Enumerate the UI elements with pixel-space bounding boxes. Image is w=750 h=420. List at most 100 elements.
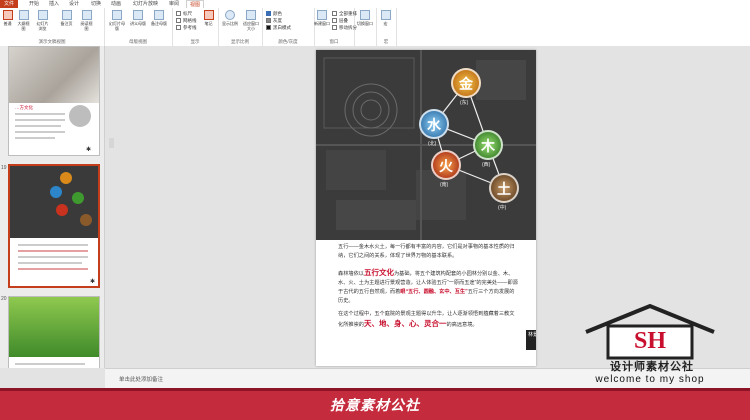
orb-direction-label: (南): [440, 182, 449, 188]
normal-view-button[interactable]: 普通: [1, 10, 14, 26]
slide-sorter-icon: [37, 10, 48, 20]
element-orb-earth: 土: [489, 173, 519, 203]
grayscale-option[interactable]: 灰度: [266, 18, 282, 24]
slide-number: 19: [1, 165, 7, 171]
element-orb-wood: 木: [473, 130, 503, 160]
slide-master-icon: [112, 10, 122, 20]
intro-paragraph: 五行——金木水火土，每一行都有丰富的内容，它们是对事物的基本性质的归纳，它们之间…: [338, 244, 515, 259]
logo-letters: SH: [633, 328, 666, 354]
text-line: [15, 113, 65, 115]
notes-page-icon: [61, 10, 72, 20]
checkbox-icon: [176, 25, 181, 31]
group-label: 宏: [383, 39, 389, 44]
notes-page-button[interactable]: 备注页: [60, 10, 73, 26]
ruler-checkbox[interactable]: 标尺: [176, 11, 192, 17]
text-line: [15, 119, 65, 121]
tab-file[interactable]: 文件: [0, 0, 18, 8]
text-line: [15, 125, 61, 127]
tab-home[interactable]: 开始: [26, 0, 42, 8]
thumbnail-circle: [69, 105, 91, 127]
orb-direction-label: (中): [498, 205, 507, 211]
slide-thumbnail-20[interactable]: [8, 296, 100, 368]
outline-view-button[interactable]: 大纲视图: [17, 10, 30, 31]
tab-animations[interactable]: 动画: [108, 0, 124, 8]
macro-icon: [380, 10, 391, 20]
notes-icon: [203, 10, 214, 20]
group-master-views: 幻灯片母版 讲义母版 备注母版 母版视图: [104, 8, 173, 46]
tab-design[interactable]: 设计: [66, 0, 82, 8]
move-split-icon: [332, 25, 337, 31]
thumb-orb: [72, 192, 84, 204]
black-white-option[interactable]: 黑白模式: [266, 25, 291, 31]
handout-master-button[interactable]: 讲义母版: [129, 10, 147, 26]
group-presentation-views: 普通 大纲视图 幻灯片浏览 备注页 阅读视图 演示文稿视图: [0, 8, 105, 46]
banner-stripe: [0, 388, 750, 391]
ribbon: 普通 大纲视图 幻灯片浏览 备注页 阅读视图 演示文稿视图 幻灯片母版 讲义母版…: [0, 8, 750, 47]
tab-insert[interactable]: 插入: [46, 0, 62, 8]
zoom-button[interactable]: 显示比例: [221, 10, 239, 26]
group-zoom: 显示比例 适应窗口大小 显示比例: [218, 8, 263, 46]
slide-master-button[interactable]: 幻灯片母版: [108, 10, 126, 31]
switch-window-icon: [360, 10, 370, 20]
guides-checkbox[interactable]: 参考线: [176, 25, 197, 31]
normal-view-icon: [2, 10, 13, 20]
site-plan-image: [316, 50, 536, 240]
thumb-orb: [56, 204, 68, 216]
bottom-banner: 拾意素材公社: [0, 388, 750, 420]
thumbnail-caption: …方文化: [15, 105, 33, 110]
group-label: 窗口: [329, 39, 339, 44]
color-option[interactable]: 颜色: [266, 11, 282, 17]
color-swatch-icon: [266, 11, 271, 17]
slide-thumbnail-18[interactable]: …方文化: [8, 46, 100, 156]
design-paragraph: 森林墙依以五行文化为基础，将五个建筑构配套的小园林分别以金、木、水、火、土为主题…: [338, 268, 518, 306]
tab-review[interactable]: 审阅: [166, 0, 182, 8]
cascade-button[interactable]: 层叠: [332, 18, 348, 24]
text-line: [18, 250, 88, 252]
pane-splitter-handle[interactable]: [109, 138, 114, 148]
orb-direction-label: (西): [482, 162, 491, 168]
text-run: 在这个过程中，五个庭院的景观主题得以升华，让人逐渐领悟到蕴藏: [338, 311, 494, 317]
group-switch-window: 切换窗口: [354, 8, 377, 46]
animation-star-icon: ✱: [90, 279, 96, 285]
thumb-orb: [80, 214, 92, 226]
slide-sorter-button[interactable]: 幻灯片浏览: [36, 10, 49, 31]
switch-window-button[interactable]: 切换窗口: [356, 10, 374, 26]
text-line: [18, 244, 88, 246]
animation-star-icon: ✱: [86, 147, 92, 153]
conclusion-paragraph: 在这个过程中，五个庭院的景观主题得以升华，让人逐渐领悟到蕴藏着三教文化所推崇的天…: [338, 310, 518, 330]
new-window-icon: [317, 10, 327, 20]
group-label: 演示文稿视图: [38, 39, 66, 44]
checkbox-icon: [176, 11, 181, 17]
reading-view-icon: [81, 10, 92, 20]
notes-button[interactable]: 笔记: [202, 10, 215, 26]
magnifier-icon: [225, 10, 235, 20]
group-label: 母版视图: [129, 39, 147, 44]
text-run: 森林墙依以: [338, 271, 364, 277]
text-line: [15, 131, 65, 133]
arrange-all-icon: [332, 11, 337, 17]
group-label: 颜色/灰度: [278, 39, 298, 44]
new-window-button[interactable]: 新建窗口: [314, 10, 330, 26]
watermark-logo: SH 设计师素材公社 welcome to my shop: [550, 292, 750, 388]
thumbnail-image: [9, 297, 99, 357]
slide-number: 20: [1, 296, 7, 302]
reading-view-button[interactable]: 阅读视图: [80, 10, 93, 31]
banner-text: 拾意素材公社: [330, 397, 420, 413]
group-window: 新建窗口 全部重排 层叠 移动拆分 窗口: [314, 8, 357, 46]
seal-stamp: 林景: [526, 330, 536, 350]
text-line: [18, 256, 88, 258]
tab-transitions[interactable]: 切换: [88, 0, 104, 8]
text-line: [18, 268, 88, 270]
gridlines-checkbox[interactable]: 网格线: [176, 18, 197, 24]
outline-view-icon: [18, 10, 29, 20]
tab-slideshow[interactable]: 幻灯片放映: [130, 0, 161, 8]
group-label: 显示: [190, 39, 200, 44]
cascade-icon: [332, 18, 337, 24]
current-slide[interactable]: 金 (东) 水 (北) 木 (西) 火 (南) 土 (中) 五行——金木水火土，…: [316, 50, 536, 366]
thumb-orb: [60, 172, 72, 184]
text-line: [18, 262, 82, 264]
macros-button[interactable]: 宏: [379, 10, 392, 26]
notes-master-button[interactable]: 备注母版: [150, 10, 168, 26]
slide-thumbnail-19[interactable]: [8, 164, 100, 288]
fit-window-button[interactable]: 适应窗口大小: [242, 10, 260, 31]
